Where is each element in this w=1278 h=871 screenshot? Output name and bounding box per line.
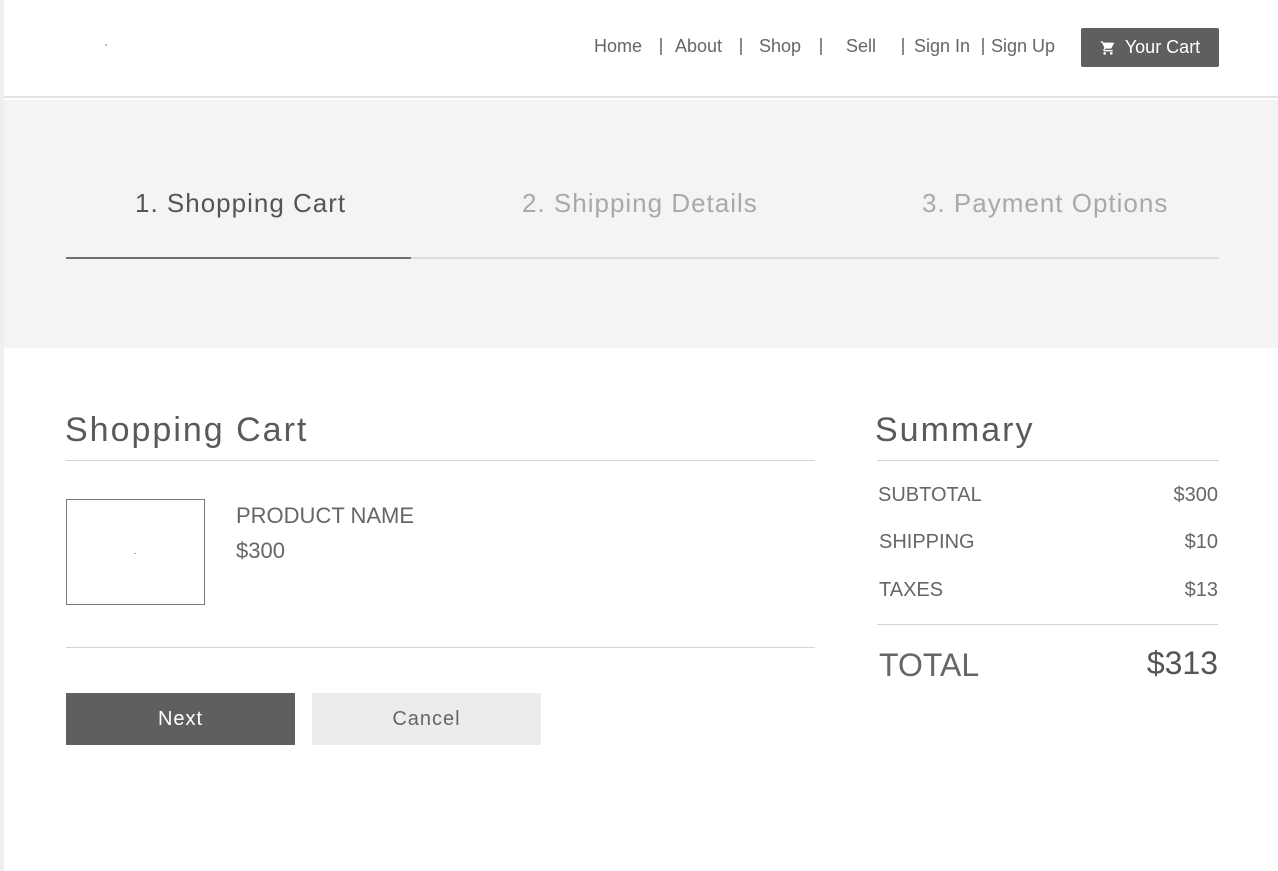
nav-separator [660,38,662,55]
nav-shop-link[interactable]: Shop [759,36,801,57]
subtotal-value: $300 [1173,484,1219,506]
subtotal-label: SUBTOTAL [878,484,982,506]
your-cart-label: Your Cart [1124,37,1201,57]
nav-separator [820,38,822,55]
divider [66,460,815,461]
nav-separator [982,38,984,55]
image-placeholder-dot [134,553,136,554]
shipping-label: SHIPPING [879,531,975,553]
divider [877,460,1219,461]
divider [877,624,1218,625]
site-header: Home About Shop Sell Sign In Sign Up You… [4,0,1278,98]
steps-progress-bar [66,257,411,259]
step-shopping-cart[interactable]: 1. Shopping Cart [135,188,346,219]
cancel-button[interactable]: Cancel [312,693,541,745]
nav-home-link[interactable]: Home [594,36,642,57]
shopping-cart-icon [1100,40,1116,56]
total-value: $313 [1146,645,1218,681]
product-name[interactable]: PRODUCT NAME [236,503,414,529]
nav-sign-in-link[interactable]: Sign In [914,36,970,57]
nav-separator [740,38,742,55]
nav-sign-up-link[interactable]: Sign Up [991,36,1055,57]
step-shipping-details[interactable]: 2. Shipping Details [522,188,758,219]
total-label: TOTAL [879,647,980,683]
logo[interactable] [105,44,107,46]
product-price: $300 [236,538,285,563]
nav-separator [902,38,904,55]
checkout-steps: 1. Shopping Cart 2. Shipping Details 3. … [4,100,1278,348]
your-cart-button[interactable]: Your Cart [1081,28,1219,67]
divider [66,647,815,648]
taxes-value: $13 [1184,579,1218,601]
product-image[interactable] [66,499,205,605]
shopping-cart-title: Shopping Cart [65,411,309,449]
nav-sell-link[interactable]: Sell [846,36,876,57]
shipping-value: $10 [1184,531,1218,553]
next-button[interactable]: Next [66,693,295,745]
step-payment-options[interactable]: 3. Payment Options [922,188,1168,219]
nav-about-link[interactable]: About [675,36,722,57]
summary-title: Summary [875,411,1035,449]
taxes-label: TAXES [879,579,944,601]
